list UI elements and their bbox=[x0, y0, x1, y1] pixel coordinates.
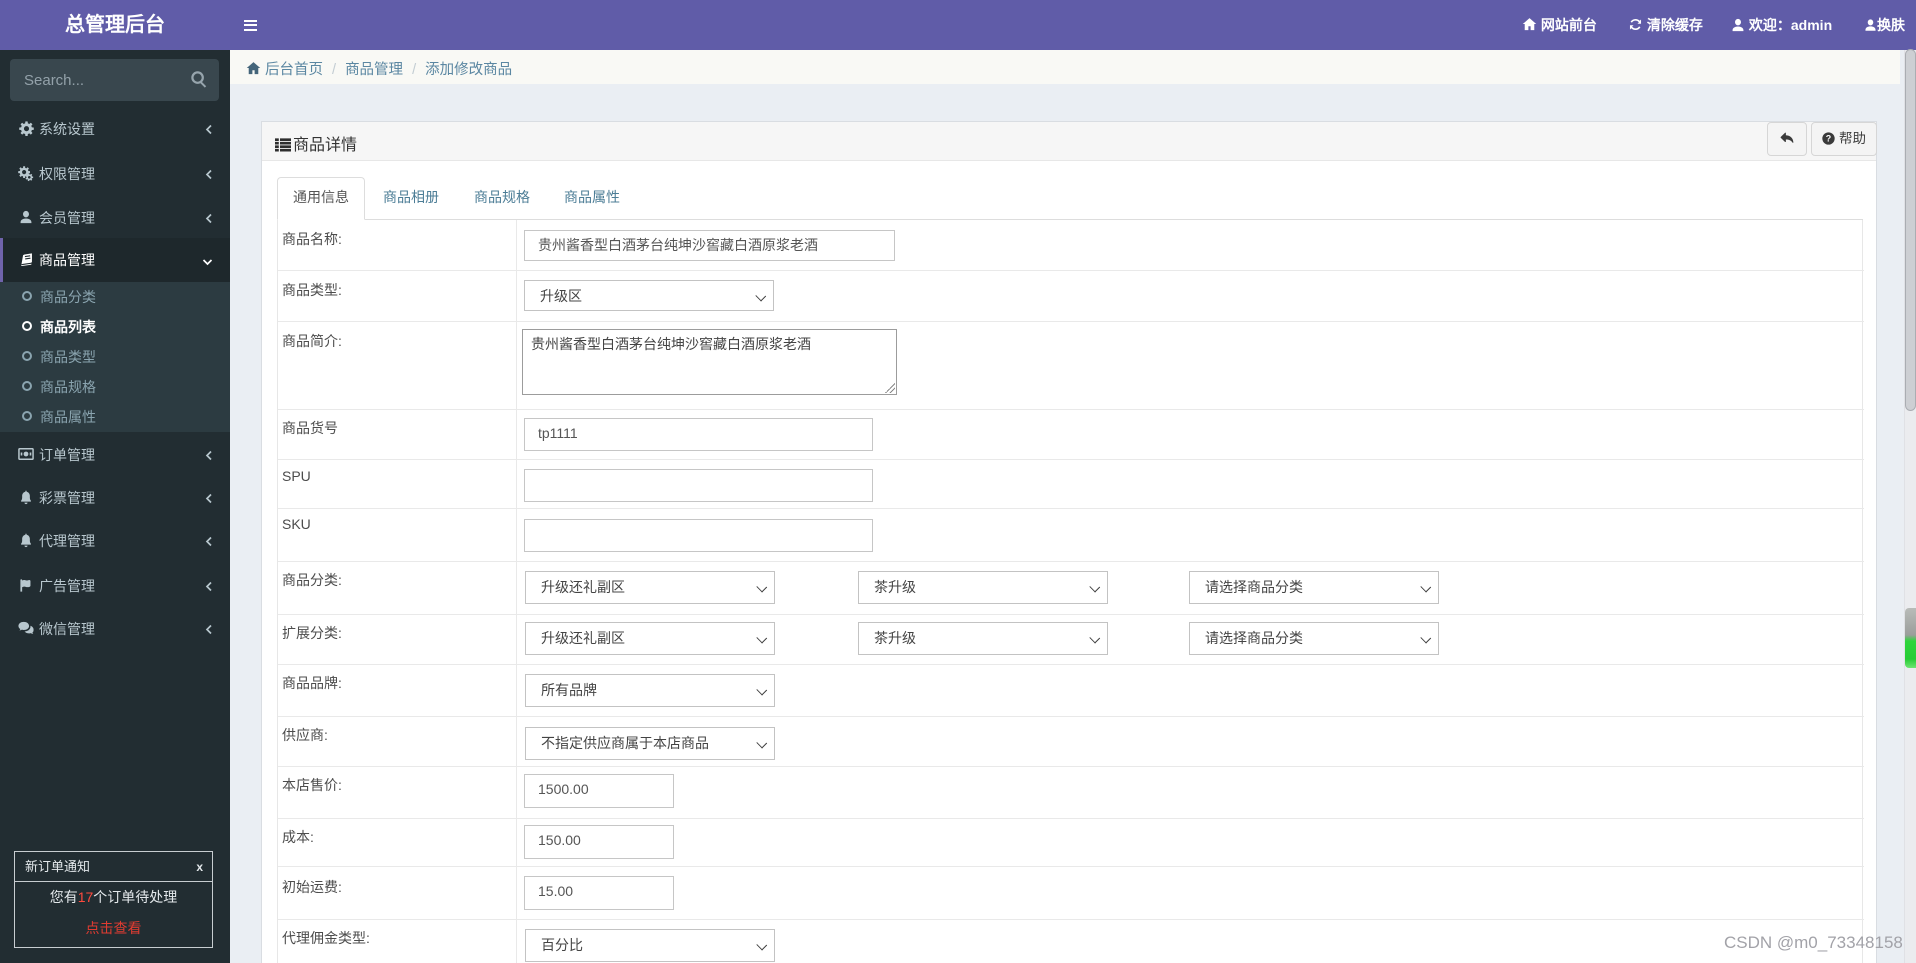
svg-text:?: ? bbox=[1826, 134, 1831, 144]
